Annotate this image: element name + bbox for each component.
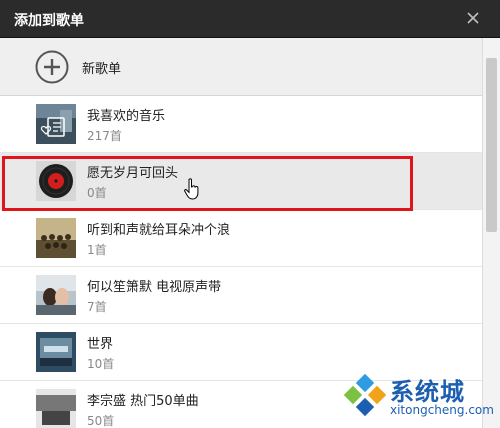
new-playlist-button[interactable]: 新歌单 xyxy=(0,38,482,96)
playlist-count: 50首 xyxy=(87,414,115,428)
playlist-cover xyxy=(36,389,76,428)
playlist-cover xyxy=(36,332,76,372)
playlist-count: 0首 xyxy=(87,186,107,200)
playlist-name: 我喜欢的音乐 xyxy=(87,109,166,124)
dialog-title: 添加到歌单 xyxy=(14,13,84,29)
playlist-count: 10首 xyxy=(87,357,115,371)
watermark-url: xitongcheng.com xyxy=(390,403,494,417)
scrollbar[interactable] xyxy=(482,38,500,428)
playlist-name: 何以笙箫默 电视原声带 xyxy=(87,280,222,295)
playlist-item[interactable]: 何以笙箫默 电视原声带 7首 xyxy=(0,267,482,324)
watermark-brand: 系统城 xyxy=(390,378,465,406)
new-playlist-label: 新歌单 xyxy=(82,62,122,77)
playlist-item-favorites[interactable]: 我喜欢的音乐 217首 xyxy=(0,96,482,153)
playlist-count: 7首 xyxy=(87,300,107,314)
scrollbar-thumb[interactable] xyxy=(486,58,497,232)
watermark: 系统城 xitongcheng.com xyxy=(343,372,496,426)
playlist-cover xyxy=(36,275,76,315)
close-icon[interactable] xyxy=(464,9,482,27)
playlist-name: 世界 xyxy=(87,337,114,352)
playlist-cover xyxy=(36,218,76,258)
windows-logo-icon xyxy=(343,373,387,417)
playlist-name: 听到和声就给耳朵冲个浪 xyxy=(87,223,231,238)
plus-circle-icon xyxy=(35,50,69,84)
playlist-item-selected[interactable]: 愿无岁月可回头 0首 xyxy=(0,153,482,210)
hand-pointer-icon xyxy=(184,178,200,200)
playlist-name: 李宗盛 热门50单曲 xyxy=(87,394,199,409)
dialog-titlebar: 添加到歌单 xyxy=(0,0,500,38)
playlist-name: 愿无岁月可回头 xyxy=(87,166,179,181)
playlist-count: 1首 xyxy=(87,243,107,257)
playlist-cover xyxy=(36,104,76,144)
playlist-count: 217首 xyxy=(87,129,122,143)
playlist-item[interactable]: 听到和声就给耳朵冲个浪 1首 xyxy=(0,210,482,267)
add-to-playlist-dialog: 添加到歌单 新歌单 我喜欢的音乐 217首 愿无岁月可回头 0首 听到和声就给耳… xyxy=(0,0,500,428)
record-icon xyxy=(36,161,76,201)
